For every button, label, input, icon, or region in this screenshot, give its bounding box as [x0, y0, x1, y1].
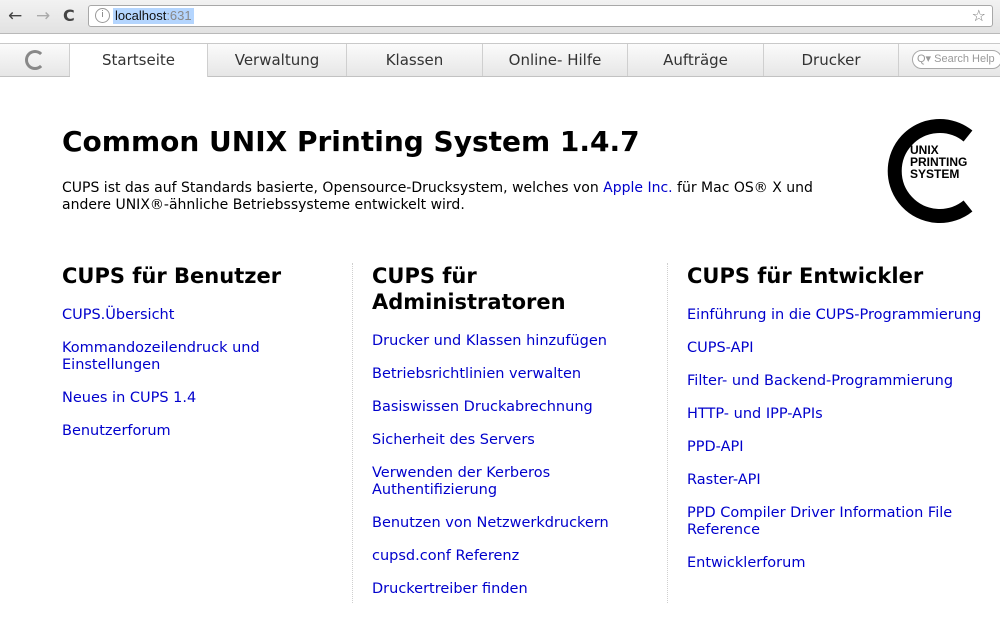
- reload-icon[interactable]: C: [63, 7, 75, 25]
- link-cups-programmierung[interactable]: Einführung in die CUPS-Programmierung: [687, 307, 981, 323]
- links-benutzer: CUPS.Übersicht Kommandozeilendruck und E…: [62, 307, 332, 440]
- heading-entwickler: CUPS für Entwickler: [687, 264, 924, 288]
- link-kommandozeilendruck[interactable]: Kommandozeilendruck und Einstellungen: [62, 340, 260, 373]
- link-betriebsrichtlinien[interactable]: Betriebsrichtlinien verwalten: [372, 366, 581, 382]
- link-filter-backend[interactable]: Filter- und Backend-Programmierung: [687, 373, 953, 389]
- link-benutzerforum[interactable]: Benutzerforum: [62, 423, 171, 439]
- column-administratoren: CUPS für Administratoren Drucker und Kla…: [352, 263, 667, 603]
- tab-drucker[interactable]: Drucker: [764, 44, 899, 76]
- apple-inc-link[interactable]: Apple Inc.: [603, 180, 672, 196]
- url-port: :631: [166, 8, 192, 23]
- link-druckertreiber[interactable]: Druckertreiber finden: [372, 581, 528, 597]
- link-cups-api[interactable]: CUPS-API: [687, 340, 754, 356]
- link-raster-api[interactable]: Raster-API: [687, 472, 761, 488]
- tab-startseite[interactable]: Startseite: [70, 44, 208, 77]
- tab-verwaltung[interactable]: Verwaltung: [208, 44, 347, 76]
- link-http-ipp-apis[interactable]: HTTP- und IPP-APIs: [687, 406, 823, 422]
- browser-toolbar: ← → C i localhost:631 ☆: [0, 0, 1000, 34]
- tab-klassen[interactable]: Klassen: [347, 44, 483, 76]
- cups-tab-bar: Startseite Verwaltung Klassen Online- Hi…: [0, 43, 1000, 77]
- page-info-icon[interactable]: i: [95, 8, 110, 23]
- link-cupsd-conf[interactable]: cupsd.conf Referenz: [372, 548, 519, 564]
- link-drucker-klassen-hinzufuegen[interactable]: Drucker und Klassen hinzufügen: [372, 333, 607, 349]
- heading-benutzer: CUPS für Benutzer: [62, 264, 282, 288]
- link-ppd-compiler[interactable]: PPD Compiler Driver Information File Ref…: [687, 505, 952, 538]
- back-arrow-icon[interactable]: ←: [8, 7, 22, 25]
- cups-logo-icon: [25, 50, 45, 70]
- column-entwickler: CUPS für Entwickler Einführung in die CU…: [667, 263, 1000, 603]
- logo-text-system: SYSTEM: [910, 167, 959, 181]
- url-host: localhost: [115, 8, 167, 23]
- links-administratoren: Drucker und Klassen hinzufügen Betriebsr…: [372, 333, 667, 598]
- tab-auftraege[interactable]: Aufträge: [628, 44, 764, 76]
- intro-text: CUPS ist das auf Standards basierte, Ope…: [62, 180, 862, 214]
- link-neues-in-cups[interactable]: Neues in CUPS 1.4: [62, 390, 196, 406]
- link-netzwerkdrucker[interactable]: Benutzen von Netzwerkdruckern: [372, 515, 609, 531]
- link-cups-uebersicht[interactable]: CUPS.Übersicht: [62, 307, 174, 323]
- address-bar[interactable]: i localhost:631 ☆: [88, 5, 993, 27]
- link-sicherheit-servers[interactable]: Sicherheit des Servers: [372, 432, 535, 448]
- links-entwickler: Einführung in die CUPS-Programmierung CU…: [687, 307, 1000, 572]
- link-kerberos[interactable]: Verwenden der Kerberos Authentifizierung: [372, 465, 550, 498]
- bookmark-star-icon[interactable]: ☆: [972, 6, 986, 25]
- tab-online-hilfe[interactable]: Online- Hilfe: [483, 44, 628, 76]
- link-druckabrechnung[interactable]: Basiswissen Druckabrechnung: [372, 399, 593, 415]
- link-entwicklerforum[interactable]: Entwicklerforum: [687, 555, 805, 571]
- unix-printing-system-logo: UNIX PRINTING SYSTEM: [887, 119, 973, 223]
- heading-administratoren: CUPS für Administratoren: [372, 264, 566, 314]
- cups-home-logo[interactable]: [0, 44, 70, 76]
- url-text[interactable]: localhost:631: [113, 8, 194, 24]
- column-benutzer: CUPS für Benutzer CUPS.Übersicht Kommand…: [62, 263, 332, 456]
- intro-text-start: CUPS ist das auf Standards basierte, Ope…: [62, 180, 604, 196]
- link-ppd-api[interactable]: PPD-API: [687, 439, 744, 455]
- page-title: Common UNIX Printing System 1.4.7: [62, 125, 640, 158]
- search-help-input[interactable]: Q▾ Search Help: [912, 50, 1000, 69]
- forward-arrow-icon[interactable]: →: [36, 7, 50, 25]
